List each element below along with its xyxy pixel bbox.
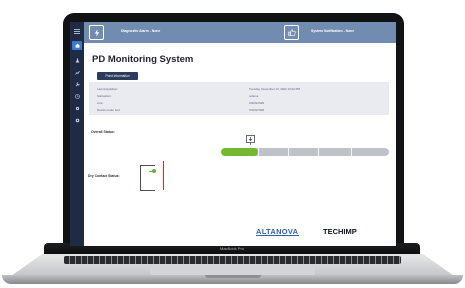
app-screen: Diagnostic Alarm - None System Notificat… <box>70 22 396 246</box>
tab-point-information[interactable]: Point Information <box>97 72 138 80</box>
info-value-device: UNKNOWN <box>249 108 265 112</box>
keyboard <box>64 256 401 264</box>
diagnostic-alarm-text: Diagnostic Alarm - None <box>121 29 161 33</box>
info-value-line: UNKNOWN <box>249 101 265 105</box>
dry-contact-label: Dry Contact Status: <box>88 174 120 178</box>
wrench-icon[interactable] <box>72 80 82 89</box>
menu-icon[interactable] <box>72 27 82 36</box>
overall-status-progress-fill <box>221 148 258 156</box>
techimp-logo: TECHIMP <box>323 227 357 236</box>
system-notification-text: System Notification - None <box>311 29 355 33</box>
thumbs-up-icon[interactable] <box>284 25 299 40</box>
progress-separator <box>258 148 259 156</box>
settings-icon[interactable] <box>72 116 82 125</box>
alarm-bolt-icon[interactable] <box>89 25 104 40</box>
progress-separator <box>351 148 352 156</box>
clock-icon[interactable] <box>72 92 82 101</box>
info-label-last-acquisition: Last Acquisition: <box>97 87 118 91</box>
altanova-logo-underline <box>256 235 299 236</box>
info-label-line: Line: <box>97 101 104 105</box>
flask-icon[interactable] <box>72 56 82 65</box>
sidebar <box>70 22 84 246</box>
dry-contact-open-line <box>163 161 164 190</box>
dry-contact-indicator <box>152 169 156 173</box>
status-marker-icon <box>246 135 255 145</box>
laptop-notch <box>205 275 261 278</box>
home-icon[interactable] <box>72 41 82 50</box>
overall-status-label: Overall Status: <box>91 130 115 134</box>
gear-icon[interactable] <box>72 104 82 113</box>
info-panel: Last Acquisition: Tuesday, December 13, … <box>89 82 389 115</box>
info-label-substation: Substation: <box>97 94 112 98</box>
info-value-last-acquisition: Tuesday, December 13, 2022 10:02 PM <box>249 87 300 91</box>
progress-separator <box>318 148 319 156</box>
top-header: Diagnostic Alarm - None System Notificat… <box>84 22 396 43</box>
trackpad <box>150 266 315 275</box>
progress-separator <box>288 148 289 156</box>
overall-status-progress <box>221 148 389 156</box>
info-label-device: Device under test: <box>97 108 121 112</box>
info-value-substation: ucleme <box>249 94 259 98</box>
chart-icon[interactable] <box>72 68 82 77</box>
page-title: PD Monitoring System <box>92 54 194 65</box>
